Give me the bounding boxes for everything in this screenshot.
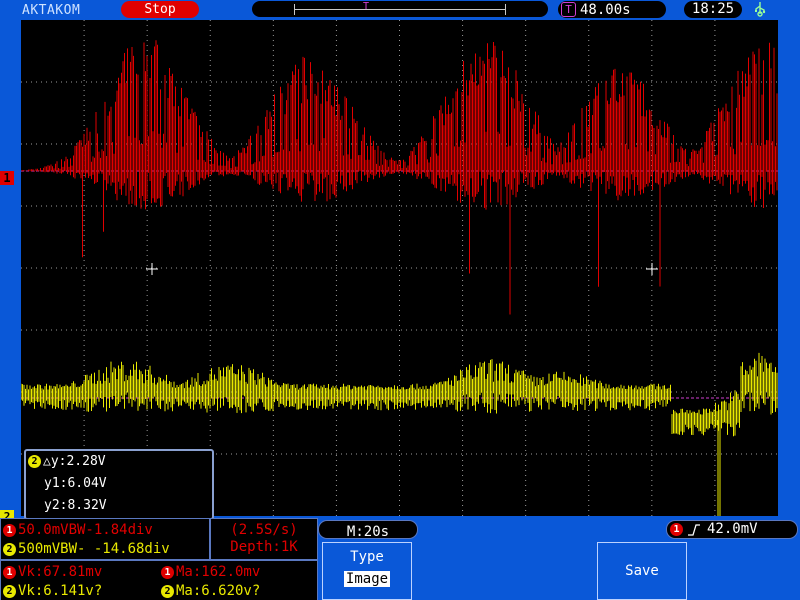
type-label: Type	[350, 549, 384, 565]
ch1-vk: Vk:67.81mv	[18, 564, 103, 580]
trigger-position-marker: T	[363, 1, 370, 12]
ch2-measure-badge-2: 2	[161, 584, 174, 598]
cursor-crosshair	[146, 263, 158, 275]
trigger-icon: T	[561, 2, 576, 17]
cursor-y2: y2:8.32V	[44, 498, 107, 513]
channel-settings: 1 50.0mVBW-1.84div 2 500mVBW- -14.68div	[0, 518, 210, 560]
position-tick-right	[505, 4, 506, 15]
usb-icon	[752, 1, 770, 18]
oscilloscope-display: AKTAKOM Stop T T 48.00s 18:25 1 2 2 △y:2.…	[0, 0, 800, 600]
rising-edge-icon	[688, 524, 700, 536]
trigger-delay-value: 48.00s	[580, 2, 631, 18]
bottom-panel: 1 50.0mVBW-1.84div 2 500mVBW- -14.68div (2…	[0, 518, 800, 600]
trigger-box[interactable]: 1 42.0mV	[666, 520, 798, 539]
ch2-settings-badge: 2	[3, 542, 16, 556]
save-softkey[interactable]: Save	[597, 542, 687, 600]
timebase-box[interactable]: M:20s	[318, 520, 418, 540]
brand-label: AKTAKOM	[22, 3, 81, 18]
ch2-badge: 2	[28, 455, 41, 468]
ch2-vk: Vk:6.141v?	[18, 583, 103, 599]
trigger-channel-badge: 1	[670, 523, 683, 536]
memory-depth: Depth:1K	[230, 539, 298, 555]
ch2-ma: Ma:6.620v?	[176, 583, 261, 599]
sample-rate: (2.5S/s)	[230, 522, 298, 538]
clock: 18:25	[684, 1, 742, 18]
ch1-trace	[21, 40, 778, 315]
type-softkey[interactable]: Type Image	[322, 542, 412, 600]
cursor-crosshair	[646, 263, 658, 275]
trigger-level: 42.0mV	[707, 521, 758, 537]
acquisition-box: (2.5S/s) Depth:1K	[210, 518, 318, 560]
timebase-value: M:20s	[346, 524, 390, 540]
position-line	[294, 9, 506, 10]
cursor-y1: y1:6.04V	[44, 476, 107, 491]
trigger-position-track[interactable]: T	[252, 1, 548, 17]
run-stop-badge[interactable]: Stop	[121, 1, 199, 18]
ch1-settings: 50.0mVBW-1.84div	[18, 522, 153, 538]
trigger-delay-box[interactable]: T 48.00s	[558, 1, 666, 18]
ch1-level-marker[interactable]: 1	[0, 171, 14, 185]
ch1-measure-badge-2: 1	[161, 565, 174, 579]
ch1-measure-badge: 1	[3, 565, 16, 579]
cursor-delta: △y:2.28V	[43, 454, 106, 469]
status-bar: AKTAKOM Stop T T 48.00s 18:25	[0, 0, 800, 20]
ch1-ma: Ma:162.0mv	[176, 564, 261, 580]
waveform-svg	[21, 20, 778, 516]
save-label: Save	[625, 563, 659, 579]
cursor-readout: 2 △y:2.28V y1:6.04V y2:8.32V	[24, 449, 214, 520]
position-tick-left	[294, 4, 295, 15]
ch2-measure-badge: 2	[3, 584, 16, 598]
waveform-area	[21, 20, 778, 516]
measurements-box: 1 Vk:67.81mv 1 Ma:162.0mv 2 Vk:6.141v? 2 Ma:…	[0, 560, 318, 600]
ch2-settings: 500mVBW- -14.68div	[18, 541, 170, 557]
type-value: Image	[343, 571, 391, 587]
ch1-settings-badge: 1	[3, 523, 16, 537]
